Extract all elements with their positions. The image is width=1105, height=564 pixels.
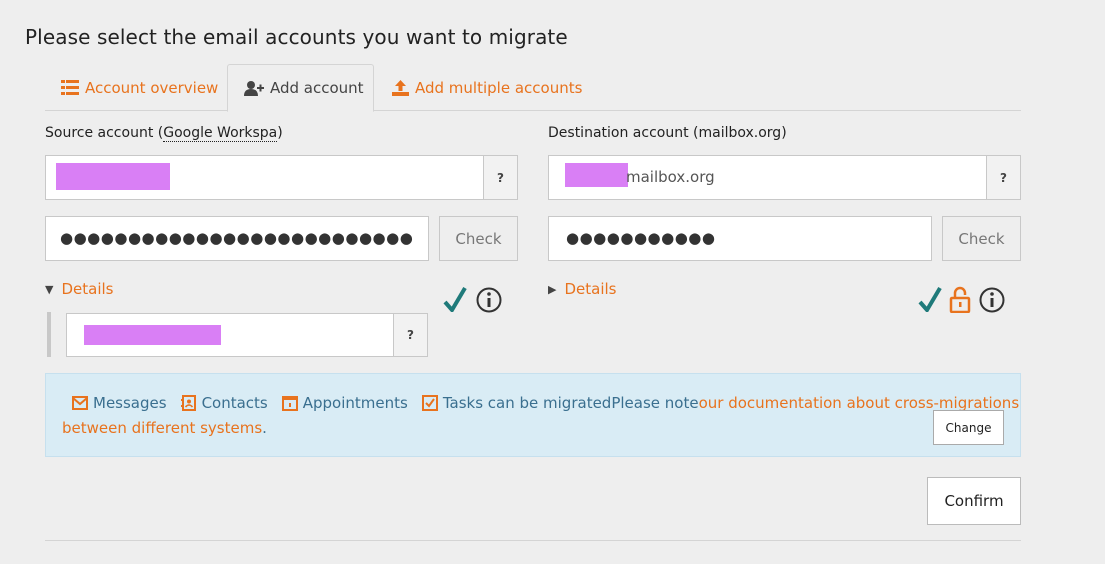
capability-contacts-label: Contacts	[201, 394, 268, 412]
confirm-button[interactable]: Confirm	[927, 477, 1021, 525]
destination-check-button[interactable]: Check	[942, 216, 1021, 261]
source-email-input[interactable]: ?	[45, 155, 518, 200]
source-details-border	[47, 312, 51, 357]
destination-details-label: Details	[564, 280, 617, 298]
tab-account-overview[interactable]: Account overview	[61, 64, 218, 111]
capability-contacts: Contacts	[180, 394, 268, 412]
source-details-toggle[interactable]: ▼ Details	[45, 280, 113, 298]
redacted-email	[565, 163, 628, 187]
capability-appointments: Appointments	[281, 394, 408, 412]
destination-email-suffix: mailbox.org	[626, 168, 715, 186]
capability-tasks-label: Tasks can be migrated	[442, 394, 612, 412]
info-line-2: between different systems.	[62, 419, 267, 437]
checkmark-icon	[443, 286, 467, 312]
tab-add-multiple-accounts-label: Add multiple accounts	[415, 78, 583, 97]
source-email-help-button[interactable]: ?	[483, 155, 518, 200]
info-note-text: Please note	[611, 394, 699, 412]
calendar-icon	[281, 396, 298, 411]
destination-account-label: Destination account (mailbox.org)	[548, 125, 787, 141]
redacted-email	[56, 163, 170, 190]
info-icon[interactable]	[476, 287, 502, 313]
capability-messages: Messages	[72, 394, 167, 412]
migration-info-box: Messages Contacts Appointments Tasks can…	[45, 373, 1021, 457]
source-details-label: Details	[61, 280, 114, 298]
checkbox-icon	[421, 395, 438, 411]
source-password-input[interactable]: ●●●●●●●●●●●●●●●●●●●●●●●●●●●●●●●●●●●	[45, 216, 429, 261]
list-icon	[61, 80, 79, 95]
destination-password-value: ●●●●●●●●●●●	[566, 229, 716, 247]
source-label-prefix: Source account (	[45, 125, 164, 141]
destination-email-help-button[interactable]: ?	[986, 155, 1021, 200]
documentation-link-continued[interactable]: between different systems	[62, 419, 262, 437]
source-check-button[interactable]: Check	[439, 216, 518, 261]
info-period: .	[262, 419, 267, 437]
redacted-value	[84, 325, 221, 345]
upload-icon	[392, 79, 409, 96]
migration-capabilities: Messages Contacts Appointments Tasks can…	[72, 394, 1019, 412]
source-password-value: ●●●●●●●●●●●●●●●●●●●●●●●●●●●●●●●●●●●	[60, 229, 414, 247]
contact-book-icon	[180, 395, 196, 411]
page-title: Please select the email accounts you wan…	[25, 25, 568, 49]
lock-open-icon	[949, 286, 971, 313]
destination-details-toggle[interactable]: ▶ Details	[548, 280, 616, 298]
source-extra-input[interactable]: ?	[66, 313, 428, 357]
info-icon[interactable]	[979, 287, 1005, 313]
user-plus-icon	[244, 80, 264, 96]
capability-tasks: Tasks can be migrated	[421, 394, 612, 412]
source-label-suffix: )	[277, 125, 283, 141]
tab-add-account-label: Add account	[270, 79, 364, 97]
source-account-label: Source account (Google Workspa)	[45, 125, 283, 142]
tab-add-account[interactable]: Add account	[227, 64, 374, 112]
source-extra-help-button[interactable]: ?	[393, 313, 428, 357]
source-label-abbr: Google Workspa	[163, 125, 278, 142]
destination-email-input[interactable]: mailbox.org ?	[548, 155, 1021, 200]
tab-bar: Account overview Add account Add multipl…	[45, 64, 1021, 112]
caret-right-icon: ▶	[548, 282, 557, 296]
caret-down-icon: ▼	[45, 282, 54, 296]
bottom-divider	[45, 540, 1021, 541]
destination-password-input[interactable]: ●●●●●●●●●●●	[548, 216, 932, 261]
tab-account-overview-label: Account overview	[85, 78, 219, 97]
envelope-icon	[72, 396, 88, 410]
capability-appointments-label: Appointments	[302, 394, 408, 412]
capability-messages-label: Messages	[93, 394, 167, 412]
change-button[interactable]: Change	[933, 410, 1004, 445]
checkmark-icon	[918, 286, 942, 312]
tab-add-multiple-accounts[interactable]: Add multiple accounts	[392, 64, 582, 111]
